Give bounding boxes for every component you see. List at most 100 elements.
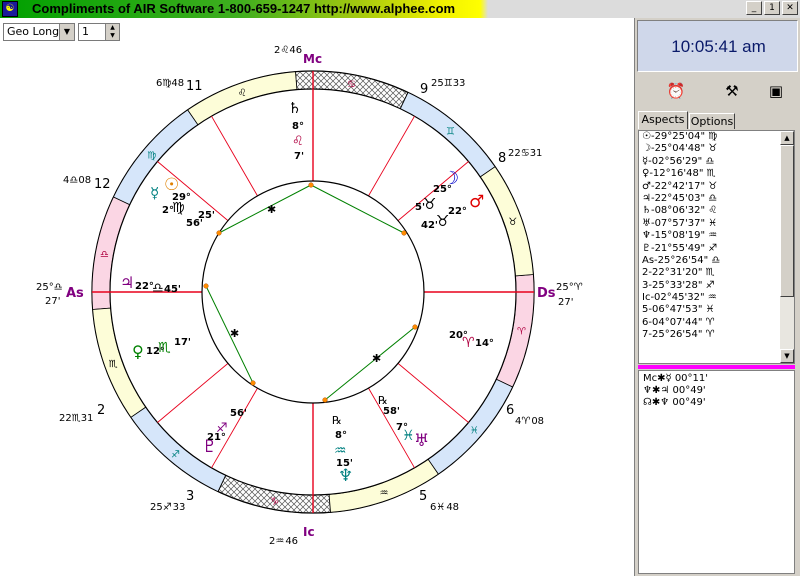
position-row[interactable]: ♃-22°45'03" ♎ <box>639 193 794 205</box>
monitor-icon[interactable]: ▣ <box>765 80 787 102</box>
libra-icon: ♎ <box>152 281 164 296</box>
coord-mode-value: Geo Long <box>7 25 60 38</box>
saturn-icon: ♄ <box>288 99 301 117</box>
aspect-point <box>216 230 222 236</box>
zodiac-sign-icon: ♏ <box>109 359 118 370</box>
mc-degree: 2♌46 <box>274 45 302 56</box>
node-sign: ♈ <box>462 335 475 351</box>
aspect-pairs-list[interactable]: Mc✱☿ 00°11' ♆✱♃ 00°49' ☊✱♆ 00°49' <box>638 370 795 574</box>
zodiac-sign-icon: ♉ <box>508 217 517 228</box>
clock-time: 10:05:41 am <box>671 37 766 56</box>
house-number: 3 <box>186 489 194 504</box>
house-cusp: 6♍48 <box>156 78 184 89</box>
scorpio-icon: ♏ <box>158 340 171 356</box>
venus-icon: ♀ <box>132 342 144 361</box>
mars-icon: ♂ <box>469 192 484 212</box>
house-cusp: 25♊33 <box>431 78 465 89</box>
position-row[interactable]: 6-04°07'44" ♈ <box>639 317 794 329</box>
aspect-pair-row[interactable]: Mc✱☿ 00°11' <box>639 373 794 385</box>
tools-icon[interactable]: ⚒ <box>721 80 743 102</box>
position-row[interactable]: ♇-21°55'49" ♐ <box>639 243 794 255</box>
coord-mode-select[interactable]: Geo Long ▼ <box>3 23 75 41</box>
positions-list[interactable]: ☉-29°25'04" ♍ ☽-25°04'48" ♉ ☿-02°56'29" ♎ ♀… <box>638 130 795 364</box>
house-number: 8 <box>498 151 506 166</box>
sextile-star-icon: ✱ <box>372 352 381 365</box>
house-number: 5 <box>419 489 427 504</box>
house-number: 9 <box>420 82 428 97</box>
close-button[interactable]: ✕ <box>782 1 798 15</box>
tab-aspects[interactable]: Aspects <box>638 111 688 129</box>
aspect-pair-row[interactable]: ☊✱♆ 00°49' <box>639 397 794 409</box>
minimize-button[interactable]: _ <box>746 1 762 15</box>
zodiac-sign-icon: ♋ <box>347 80 356 91</box>
position-row[interactable]: ♄-08°06'32" ♌ <box>639 205 794 217</box>
uranus-icon: ♅ <box>414 431 429 451</box>
mercury-minute: 56' <box>186 218 203 229</box>
house-cusp: 22♏31 <box>59 413 93 424</box>
position-row[interactable]: ♂-22°42'17" ♉ <box>639 181 794 193</box>
venus-minute: 17' <box>174 337 191 348</box>
positions-rows: ☉-29°25'04" ♍ ☽-25°04'48" ♉ ☿-02°56'29" ♎ ♀… <box>639 131 794 342</box>
position-row[interactable]: As-25°26'54" ♎ <box>639 255 794 267</box>
position-row[interactable]: ♆-15°08'19" ♒ <box>639 230 794 242</box>
maximize-button[interactable]: 1 <box>764 1 780 15</box>
step-value: 1 <box>82 25 89 38</box>
aspect-point <box>412 324 418 330</box>
position-row[interactable]: 2-22°31'20" ♏ <box>639 267 794 279</box>
zodiac-sign-icon: ♌ <box>238 88 247 99</box>
positions-scrollbar[interactable]: ▲ ▼ <box>780 131 794 363</box>
position-row[interactable]: 5-06°47'53" ♓ <box>639 304 794 316</box>
position-row[interactable]: 7-25°26'54" ♈ <box>639 329 794 341</box>
natal-chart[interactable]: ♈♉♊♋♌♍♎♏♐♑♒♓ ✱ ✱ ✱ Mc 2♌46 Ic 2♒ 46 As 2… <box>0 40 634 576</box>
moon-degree: 25° <box>433 184 452 195</box>
house-number: 6 <box>506 403 514 418</box>
position-row[interactable]: ☉-29°25'04" ♍ <box>639 131 794 143</box>
ic-label: Ic <box>303 525 315 539</box>
sextile-star-icon: ✱ <box>230 327 239 340</box>
jupiter-icon: ♃ <box>120 273 134 292</box>
position-row[interactable]: Ic-02°45'32" ♒ <box>639 292 794 304</box>
zodiac-sign-icon: ♑ <box>270 496 279 507</box>
house-cusp: 25♐ 33 <box>150 502 185 513</box>
house-number: 11 <box>186 79 203 94</box>
mercury-degree: 2° <box>162 205 174 216</box>
position-row[interactable]: ♀-12°16'48" ♏ <box>639 168 794 180</box>
aquarius-icon: ♒ <box>334 443 347 459</box>
position-row[interactable]: ☿-02°56'29" ♎ <box>639 156 794 168</box>
sextile-star-icon: ✱ <box>267 203 276 216</box>
right-panel: 10:05:41 am ⏰ ⚒ ▣ Aspects Options ☉-29°2… <box>634 18 800 576</box>
scroll-thumb[interactable] <box>780 145 794 297</box>
zodiac-sign-icon: ♈ <box>517 326 526 337</box>
zodiac-sign-icon: ♍ <box>147 150 156 161</box>
house-cusp: 22♋31 <box>508 148 542 159</box>
zodiac-sign-icon: ♊ <box>446 127 455 138</box>
mercury-icon: ☿ <box>150 184 159 202</box>
aspect-point <box>250 380 256 386</box>
ds-minute: 27' <box>558 297 573 308</box>
aspect-pair-row[interactable]: ♆✱♃ 00°49' <box>639 385 794 397</box>
position-row[interactable]: ☽-25°04'48" ♉ <box>639 143 794 155</box>
taurus-icon: ♉ <box>436 212 449 230</box>
pluto-minute: 56' <box>230 408 247 419</box>
alarm-clock-icon[interactable]: ⏰ <box>665 80 687 102</box>
neptune-degree: 8° <box>335 430 347 441</box>
jupiter-minute: 45' <box>164 284 181 295</box>
pisces-icon: ♓ <box>402 428 415 444</box>
zodiac-sign-icon: ♒ <box>379 488 388 499</box>
scroll-down-icon[interactable]: ▼ <box>780 349 794 363</box>
app-icon[interactable]: ☯ <box>2 1 18 17</box>
as-minute: 27' <box>45 296 60 307</box>
spin-arrows-icon[interactable]: ▲ ▼ <box>105 24 119 40</box>
step-input[interactable]: 1 ▲ ▼ <box>78 23 120 41</box>
zodiac-sign-icon: ♎ <box>100 250 109 261</box>
position-row[interactable]: 3-25°33'28" ♐ <box>639 280 794 292</box>
taurus-icon: ♉ <box>423 195 436 213</box>
dropdown-arrow-icon[interactable]: ▼ <box>59 24 74 40</box>
mars-degree: 22° <box>448 206 467 217</box>
title-bar: ☯ Compliments of AIR Software 1-800-659-… <box>0 0 800 18</box>
tab-options[interactable]: Options <box>689 113 735 129</box>
scroll-up-icon[interactable]: ▲ <box>780 131 794 145</box>
position-row[interactable]: ♅-07°57'37" ♓ <box>639 218 794 230</box>
house-cusp: 4♎08 <box>63 175 91 186</box>
saturn-sign: ♌ <box>292 134 304 149</box>
